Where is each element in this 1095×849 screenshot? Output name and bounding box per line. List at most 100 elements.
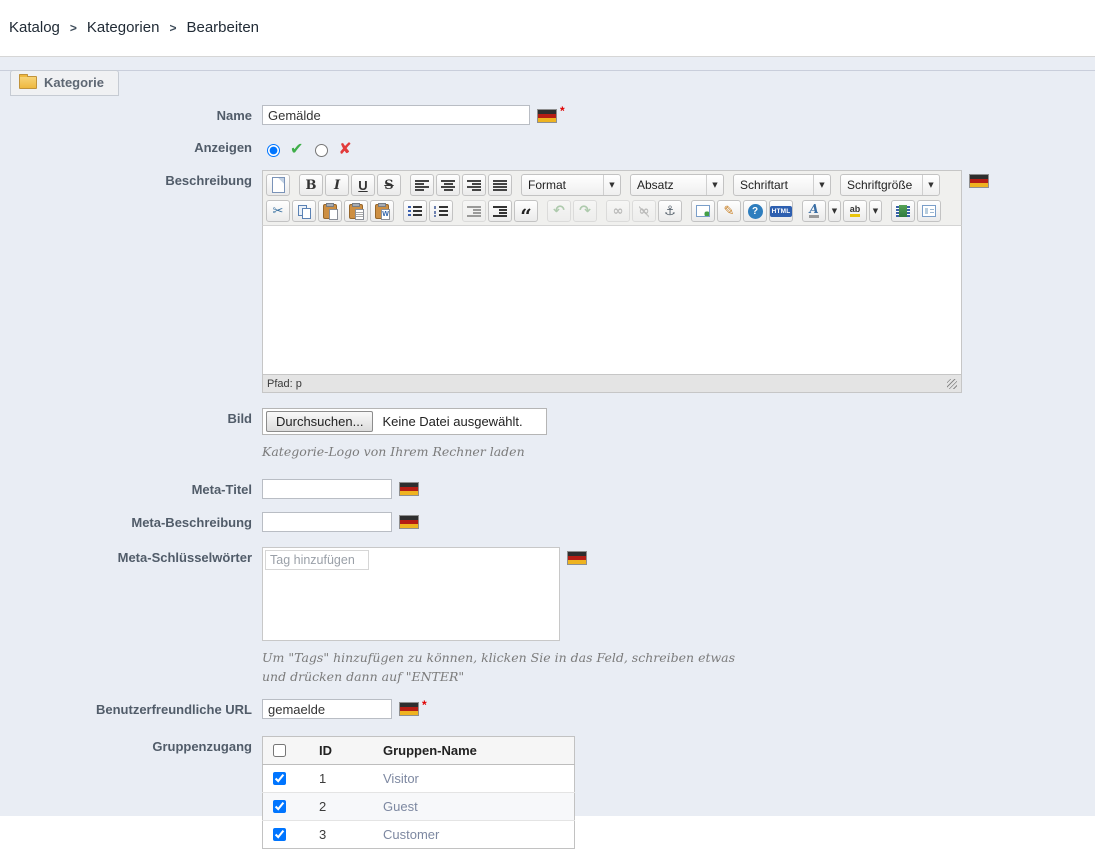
font-size-select[interactable]: Schriftgröße ▼ bbox=[840, 174, 940, 196]
align-left-button[interactable] bbox=[410, 174, 434, 196]
anchor-icon: ⚓ bbox=[664, 203, 676, 219]
required-asterisk: * bbox=[422, 698, 427, 713]
redo-button: ↷ bbox=[573, 200, 597, 222]
insert-media-button[interactable] bbox=[891, 200, 915, 222]
seo-url-input[interactable] bbox=[262, 699, 392, 720]
paste-from-word-button[interactable] bbox=[370, 200, 394, 222]
breadcrumb: Katalog > Kategorien > Bearbeiten bbox=[9, 19, 1095, 36]
file-upload-control: Durchsuchen... Keine Datei ausgewählt. bbox=[262, 408, 547, 435]
format-select-label: Format bbox=[528, 178, 567, 192]
select-all-checkbox[interactable] bbox=[273, 744, 286, 758]
tab-label: Kategorie bbox=[44, 75, 104, 90]
meta-schluesselwoerter-label: Meta-Schlüsselwörter bbox=[117, 549, 252, 565]
numbered-list-button[interactable] bbox=[429, 200, 453, 222]
table-header-row: ID Gruppen-Name bbox=[262, 736, 575, 766]
underline-button[interactable]: U bbox=[351, 174, 375, 196]
cut-icon: ✂ bbox=[272, 203, 284, 219]
align-right-button[interactable] bbox=[462, 174, 486, 196]
breadcrumb-separator: > bbox=[69, 21, 77, 35]
form-row-meta-schluesselwoerter: Meta-Schlüsselwörter Um "Tags" hinzufüge… bbox=[0, 546, 1095, 687]
breadcrumb-link-kategorien[interactable]: Kategorien bbox=[87, 19, 160, 36]
editor-path-text: Pfad: p bbox=[267, 377, 302, 390]
italic-button[interactable]: I bbox=[325, 174, 349, 196]
highlight-color-dropdown[interactable]: ▼ bbox=[869, 200, 882, 222]
new-document-icon bbox=[271, 177, 285, 193]
html-source-button[interactable]: HTML bbox=[769, 200, 793, 222]
column-header-gruppen-name: Gruppen-Name bbox=[377, 736, 575, 766]
resize-grip[interactable] bbox=[947, 378, 957, 389]
group-name: Visitor bbox=[377, 764, 575, 793]
meta-titel-label: Meta-Titel bbox=[191, 481, 252, 497]
richtext-editor: B I U S Format ▼ Absatz ▼ Schriftart ▼ S… bbox=[262, 170, 962, 393]
form-row-bild: Bild Durchsuchen... Keine Datei ausgewäh… bbox=[0, 408, 1095, 462]
gruppenzugang-label: Gruppenzugang bbox=[152, 739, 252, 755]
group-checkbox-guest[interactable] bbox=[273, 800, 286, 814]
group-checkbox-customer[interactable] bbox=[273, 828, 286, 842]
brush-icon: ✎ bbox=[723, 203, 735, 219]
insert-image-button[interactable] bbox=[691, 200, 715, 222]
paste-icon bbox=[323, 202, 338, 220]
tab-divider bbox=[0, 70, 1095, 71]
required-asterisk: * bbox=[560, 104, 565, 118]
indent-button[interactable] bbox=[488, 200, 512, 222]
link-icon: ∞ bbox=[612, 203, 624, 219]
format-select[interactable]: Format ▼ bbox=[521, 174, 621, 196]
tags-box[interactable] bbox=[262, 546, 560, 641]
table-row: 3 Customer bbox=[262, 820, 575, 849]
visual-blocks-button[interactable] bbox=[917, 200, 941, 222]
meta-titel-input[interactable] bbox=[262, 478, 392, 499]
german-flag-icon bbox=[969, 174, 989, 188]
help-button[interactable]: ? bbox=[743, 200, 767, 222]
redo-icon: ↷ bbox=[579, 203, 591, 219]
highlight-color-button[interactable]: ab bbox=[843, 200, 867, 222]
anchor-button[interactable]: ⚓ bbox=[658, 200, 682, 222]
browse-button[interactable]: Durchsuchen... bbox=[266, 411, 374, 432]
anzeigen-yes-radio[interactable] bbox=[267, 143, 280, 157]
paste-from-word-icon bbox=[375, 202, 390, 220]
paste-as-text-button[interactable] bbox=[344, 200, 368, 222]
numbered-list-icon bbox=[434, 205, 448, 217]
form-row-meta-titel: Meta-Titel bbox=[0, 478, 1095, 499]
form-row-name: Name * bbox=[0, 105, 1095, 125]
anzeigen-no-radio[interactable] bbox=[315, 143, 329, 157]
editor-content[interactable] bbox=[262, 226, 962, 374]
text-color-dropdown[interactable]: ▼ bbox=[828, 200, 841, 222]
bold-button[interactable]: B bbox=[299, 174, 323, 196]
cross-icon: ✘ bbox=[338, 139, 352, 158]
paragraph-select[interactable]: Absatz ▼ bbox=[630, 174, 724, 196]
check-icon: ✔ bbox=[290, 139, 304, 158]
tags-help-text: Um "Tags" hinzufügen zu können, klicken … bbox=[262, 649, 736, 684]
breadcrumb-link-katalog[interactable]: Katalog bbox=[9, 19, 60, 36]
tab-kategorie[interactable]: Kategorie bbox=[10, 70, 119, 96]
chevron-down-icon: ▼ bbox=[706, 175, 723, 195]
new-document-button[interactable] bbox=[266, 174, 290, 196]
form-row-beschreibung: Beschreibung B I U S Format ▼ Absatz ▼ S… bbox=[0, 170, 1095, 393]
blockquote-button[interactable]: “ bbox=[514, 200, 538, 228]
align-center-button[interactable] bbox=[436, 174, 460, 196]
meta-beschreibung-input[interactable] bbox=[262, 511, 392, 532]
group-access-table: ID Gruppen-Name 1 Visitor 2 Guest 3 Cust… bbox=[262, 736, 575, 849]
german-flag-icon bbox=[567, 550, 587, 565]
group-id: 1 bbox=[313, 764, 377, 793]
form-row-anzeigen: Anzeigen ✔ ✘ bbox=[0, 137, 1095, 158]
german-flag-icon bbox=[399, 481, 419, 496]
paste-button[interactable] bbox=[318, 200, 342, 222]
text-color-button[interactable]: A bbox=[802, 200, 826, 222]
tag-input[interactable] bbox=[265, 549, 369, 570]
column-header-id: ID bbox=[313, 736, 377, 766]
bild-help-text: Kategorie-Logo von Ihrem Rechner laden bbox=[262, 444, 525, 459]
category-edit-page: Katalog > Kategorien > Bearbeiten Katego… bbox=[0, 0, 1095, 849]
chevron-down-icon: ▼ bbox=[831, 207, 838, 215]
name-input[interactable] bbox=[262, 105, 530, 125]
cleanup-button[interactable]: ✎ bbox=[717, 200, 741, 222]
blockquote-icon: “ bbox=[520, 203, 532, 228]
strikethrough-button[interactable]: S bbox=[377, 174, 401, 196]
font-family-select[interactable]: Schriftart ▼ bbox=[733, 174, 831, 196]
copy-button[interactable] bbox=[292, 200, 316, 222]
bullet-list-button[interactable] bbox=[403, 200, 427, 222]
group-id: 3 bbox=[313, 820, 377, 849]
cut-button[interactable]: ✂ bbox=[266, 200, 290, 222]
font-size-select-label: Schriftgröße bbox=[847, 178, 913, 192]
align-justify-button[interactable] bbox=[488, 174, 512, 196]
group-checkbox-visitor[interactable] bbox=[273, 772, 286, 786]
